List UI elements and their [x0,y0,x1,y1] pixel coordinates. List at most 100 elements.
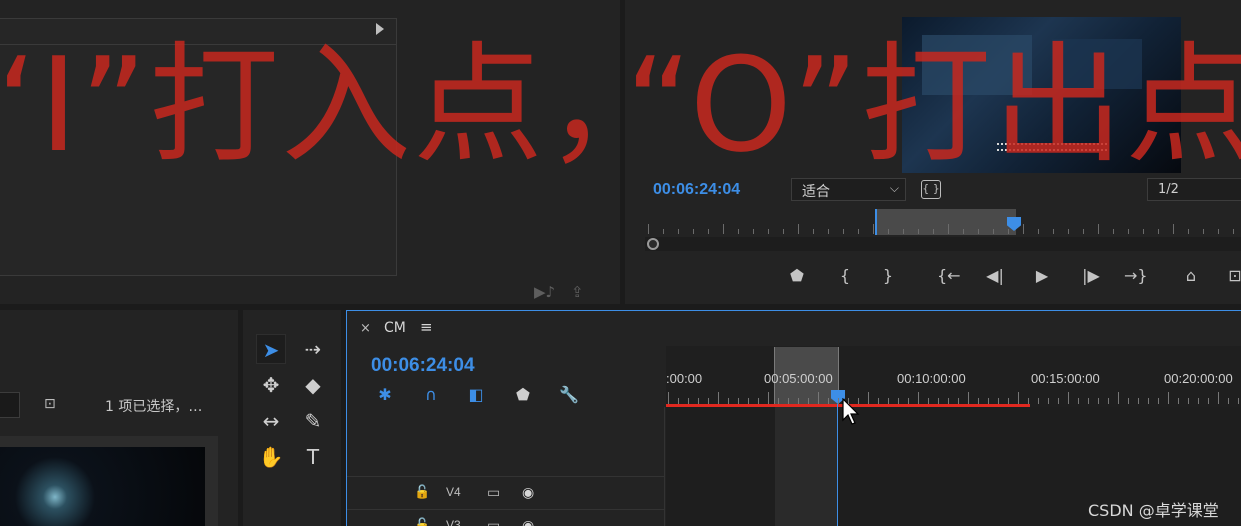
ruler-tick [693,229,694,234]
eye-icon[interactable]: ◉ [522,485,534,501]
ruler-tick [888,229,889,234]
program-timecode[interactable]: 00:06:24:04 [653,181,740,199]
pen-tool[interactable]: ✎ [298,406,328,436]
slip-tool[interactable]: ↔ [256,406,286,436]
ruler-label: 00:15:00:00 [1031,371,1100,386]
timeline-ruler-tick [948,398,949,404]
track-name[interactable]: V3 [446,518,461,526]
step-forward-icon[interactable]: |▶ [1080,266,1102,285]
snap-icon[interactable]: ∩ [420,385,442,405]
ripple-edit-tool[interactable]: ✥ [256,370,286,400]
ruler-tick [1053,229,1054,234]
clip-thumbnail[interactable] [0,447,205,526]
type-tool[interactable]: T [298,442,328,472]
ruler-label: 00:20:00:00 [1164,371,1233,386]
lock-icon[interactable]: 🔓 [414,485,430,500]
lift-icon[interactable]: ⌂ [1180,266,1202,285]
ruler-tick [963,229,964,234]
ruler-tick [1008,229,1009,234]
sequence-tab[interactable]: CM [384,320,406,336]
selection-tool[interactable]: ➤ [256,334,286,364]
close-icon[interactable]: × [360,321,371,336]
timeline-ruler-tick [1128,398,1129,404]
timeline-ruler-tick [968,392,969,404]
timeline-ruler-tick [1018,392,1019,404]
selection-status: 1 项已选择，… [105,399,203,415]
safe-margins-icon[interactable]: { } [921,180,941,199]
timeline-ruler-tick [808,398,809,404]
timeline-ruler-tick [908,398,909,404]
in-out-shade [775,407,837,526]
track-name[interactable]: V4 [446,485,461,499]
ruler-label: :00:00 [666,371,703,386]
hand-tool[interactable]: ✋ [256,442,286,472]
extract-icon[interactable]: ⊡ [1224,266,1241,285]
go-to-out-icon[interactable]: →} [1124,266,1148,285]
video-window-shape [922,35,1032,95]
timeline-ruler-tick [958,398,959,404]
timeline-ruler-tick [1078,398,1079,404]
panel-menu-icon[interactable]: ≡ [420,318,433,336]
source-expand-arrow-icon[interactable] [376,23,384,35]
lock-icon[interactable]: 🔓 [414,518,430,526]
timeline-ruler-tick [798,398,799,404]
toggle-sync-icon[interactable]: ▭ [487,518,500,526]
timeline-ruler-tick [738,398,739,404]
search-input[interactable] [0,392,20,418]
program-zoom-scrollbar[interactable] [645,237,1241,251]
timeline-ruler-tick [838,398,839,404]
watermark: CSDN @卓学课堂 [1088,501,1219,520]
ruler-tick [1143,229,1144,234]
timeline-timecode[interactable]: 00:06:24:04 [371,355,475,377]
step-back-icon[interactable]: ◀| [984,266,1006,285]
timeline-ruler-tick [688,398,689,404]
chevron-down-icon: ⌵ [889,181,899,195]
timeline-ruler-tick [1228,398,1229,404]
timeline-ruler-tick [868,392,869,404]
scrollbar-handle[interactable] [647,238,659,250]
timeline-ruler-tick [1158,398,1159,404]
play-icon[interactable]: ▶ [1031,266,1053,285]
source-monitor-header [0,19,397,45]
export-frame-icon[interactable]: ▶♪ [534,283,555,301]
go-to-in-icon[interactable]: {← [937,266,961,285]
ruler-tick [1023,224,1024,234]
eye-icon[interactable]: ◉ [522,518,534,526]
mark-out-icon[interactable]: } [877,266,899,285]
source-monitor-panel [0,0,620,304]
track-header[interactable] [347,509,665,526]
add-marker-icon[interactable]: ⬟ [512,385,534,405]
ruler-tick [1188,229,1189,234]
timeline-ruler-tick [1108,398,1109,404]
linked-selection-icon[interactable]: ◧ [465,385,487,405]
timeline-ruler-tick [918,392,919,404]
program-in-out-range[interactable] [875,209,1016,235]
timeline-ruler-tick [858,398,859,404]
playback-resolution-select[interactable]: 1/2 [1147,178,1241,201]
timeline-settings-icon[interactable]: 🔧 [558,385,580,405]
timeline-playhead-line [837,404,838,526]
track-select-tool[interactable]: ⇢ [298,334,328,364]
find-icon[interactable]: ⊡ [44,396,56,412]
razor-tool[interactable]: ◆ [298,370,328,400]
zoom-fit-select[interactable]: 适合 ⌵ [791,178,906,201]
timeline-ruler-tick [668,392,669,404]
ruler-label: 00:05:00:00 [764,371,833,386]
ruler-tick [993,229,994,234]
ruler-tick [813,229,814,234]
insert-icon[interactable]: ⇪ [571,283,584,301]
ruler-tick [678,229,679,234]
track-header[interactable] [347,476,665,509]
timeline-ruler-tick [978,398,979,404]
timeline-ruler-tick [758,398,759,404]
nest-sequence-icon[interactable]: ✱ [374,385,396,405]
toggle-sync-icon[interactable]: ▭ [487,485,500,501]
ruler-tick [873,224,874,234]
mark-in-icon[interactable]: { [834,266,856,285]
ruler-tick [798,224,799,234]
ruler-tick [1233,229,1234,234]
timeline-ruler-tick [1118,392,1119,404]
ruler-tick [933,229,934,234]
ruler-tick [1218,229,1219,234]
add-marker-icon[interactable]: ⬟ [786,266,808,285]
